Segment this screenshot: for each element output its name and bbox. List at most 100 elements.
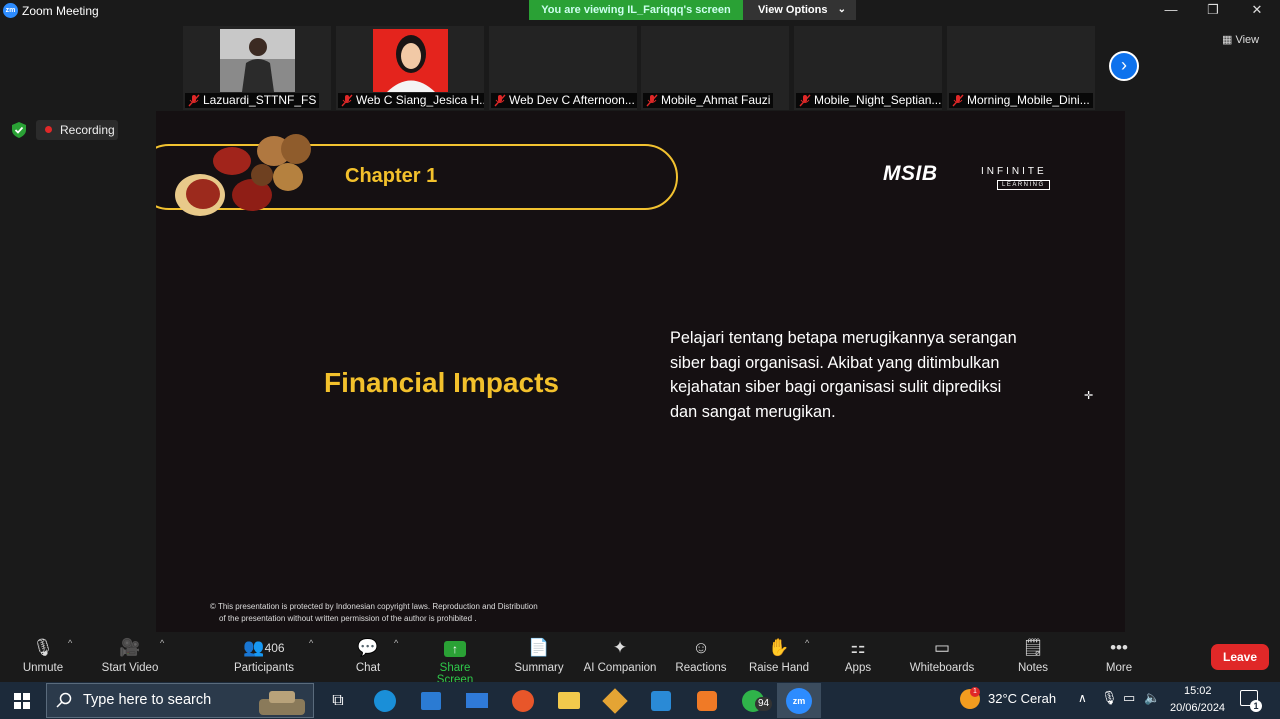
msib-logo: MSIB bbox=[883, 162, 938, 185]
view-button[interactable]: ▦ View bbox=[1222, 33, 1259, 46]
more-button[interactable]: ••• More bbox=[1100, 636, 1138, 680]
participant-name: Mobile_Ahmat Fauzi bbox=[661, 93, 771, 107]
gallery-view-icon: ▦ bbox=[1222, 34, 1236, 46]
share-screen-icon: ↑ bbox=[444, 641, 466, 657]
clock-date[interactable]: 20/06/2024 bbox=[1170, 702, 1225, 714]
video-options-caret[interactable]: ^ bbox=[160, 638, 164, 648]
zoom-app-icon[interactable]: zm bbox=[777, 683, 821, 718]
xampp-icon[interactable] bbox=[685, 683, 729, 718]
summary-button[interactable]: 📄 Summary bbox=[510, 636, 568, 680]
gallery-next-button[interactable]: › bbox=[1109, 51, 1139, 81]
participant-count: 406 bbox=[264, 641, 285, 655]
mic-muted-icon bbox=[799, 94, 811, 107]
task-view-icon[interactable]: ⧉ bbox=[316, 683, 360, 718]
view-options-button[interactable]: View Options ⌄ bbox=[743, 0, 856, 20]
participant-name-tag: Web Dev C Afternoon... bbox=[491, 93, 637, 108]
participant-photo bbox=[373, 29, 448, 92]
apps-button[interactable]: ⚏ Apps bbox=[838, 636, 878, 680]
whatsapp-icon[interactable]: 94 bbox=[731, 683, 775, 718]
notes-label: Notes bbox=[1017, 662, 1049, 674]
raise-hand-label: Raise Hand bbox=[748, 662, 810, 674]
leave-button[interactable]: Leave bbox=[1211, 644, 1269, 670]
vscode-icon[interactable] bbox=[639, 683, 683, 718]
participant-photo bbox=[220, 29, 295, 92]
notification-badge: 1 bbox=[1250, 700, 1262, 712]
volume-icon[interactable]: 🔈 bbox=[1144, 690, 1160, 706]
ai-companion-button[interactable]: ✦ AI Companion bbox=[580, 636, 660, 680]
participant-name: Mobile_Night_Septian... bbox=[814, 93, 942, 107]
participant-tile[interactable]: Mobile_Night_Septian... bbox=[794, 26, 942, 110]
search-placeholder: Type here to search bbox=[83, 692, 212, 708]
participant-tile[interactable]: Web Dev C Afternoon... bbox=[489, 26, 637, 110]
view-label: View bbox=[1235, 34, 1260, 46]
infinite-logo: INFINITE bbox=[981, 166, 1047, 177]
shield-icon[interactable] bbox=[10, 121, 28, 139]
search-icon bbox=[56, 692, 72, 708]
copyright-line: of the presentation without written perm… bbox=[219, 614, 477, 623]
emoji-icon: ☺ bbox=[692, 638, 710, 657]
share-screen-button[interactable]: ↑ Share Screen bbox=[420, 636, 490, 686]
microphone-icon[interactable]: 🎙 bbox=[1101, 690, 1118, 706]
participant-tile[interactable]: Lazuardi_STTNF_FS bbox=[183, 26, 331, 110]
weather-condition: Cerah bbox=[1020, 691, 1057, 706]
participant-name-tag: Mobile_Ahmat Fauzi bbox=[643, 93, 774, 108]
reactions-label: Reactions bbox=[675, 662, 727, 674]
temperature: 32°C bbox=[988, 691, 1018, 706]
participant-name: Web C Siang_Jesica H... bbox=[356, 93, 484, 107]
close-button[interactable]: ✕ bbox=[1235, 0, 1279, 20]
chat-options-caret[interactable]: ^ bbox=[394, 638, 398, 648]
record-dot-icon bbox=[45, 126, 52, 133]
battery-icon[interactable]: ▭ bbox=[1123, 690, 1135, 706]
slide-body-text: Pelajari tentang betapa merugikannya ser… bbox=[670, 329, 1017, 421]
recording-indicator[interactable]: Recording bbox=[36, 120, 118, 140]
unmute-label: Unmute bbox=[22, 662, 64, 674]
raise-hand-button[interactable]: ✋ Raise Hand bbox=[747, 636, 811, 680]
chat-button[interactable]: 💬 Chat bbox=[347, 636, 389, 680]
participant-tile[interactable]: Morning_Mobile_Dini... bbox=[947, 26, 1095, 110]
clock-time[interactable]: 15:02 bbox=[1184, 685, 1212, 697]
nutmeg-illustration bbox=[175, 134, 311, 216]
file-explorer-icon[interactable] bbox=[547, 683, 591, 718]
minimize-button[interactable]: — bbox=[1149, 0, 1193, 20]
chevron-up-icon[interactable]: ∧ bbox=[1078, 691, 1087, 705]
restore-button[interactable]: ❐ bbox=[1191, 0, 1235, 20]
notes-icon: 🗒 bbox=[1022, 638, 1044, 657]
chapter-title: Chapter 1 bbox=[345, 165, 438, 187]
windows-start-icon[interactable] bbox=[0, 682, 44, 719]
hand-icon: ✋ bbox=[768, 638, 790, 657]
whiteboards-label: Whiteboards bbox=[909, 662, 975, 674]
whatsapp-badge: 94 bbox=[755, 697, 773, 711]
apps-label: Apps bbox=[844, 662, 872, 674]
recording-label: Recording bbox=[60, 123, 115, 137]
microsoft-store-icon[interactable] bbox=[409, 683, 453, 718]
participant-name: Lazuardi_STTNF_FS bbox=[203, 93, 317, 107]
copyright-notice: © This presentation is protected by Indo… bbox=[210, 601, 580, 625]
chat-label: Chat bbox=[355, 662, 381, 674]
reactions-options-caret[interactable]: ^ bbox=[805, 638, 809, 648]
whiteboards-button[interactable]: ▭ Whiteboards bbox=[906, 636, 978, 680]
viewing-screen-banner: You are viewing IL_Fariqqq's screen bbox=[529, 0, 743, 20]
summary-icon: 📄 bbox=[528, 638, 550, 657]
unmute-button[interactable]: 🎙 Unmute bbox=[14, 636, 72, 680]
edge-browser-icon[interactable] bbox=[363, 683, 407, 718]
chevron-right-icon: › bbox=[1121, 55, 1127, 75]
sourcetree-icon[interactable] bbox=[593, 683, 637, 718]
mic-muted-icon: 🎙 bbox=[32, 638, 54, 657]
participants-button[interactable]: 👥406 Participants bbox=[232, 636, 296, 680]
notes-button[interactable]: 🗒 Notes bbox=[1013, 636, 1053, 680]
weather-widget[interactable]: 32°C Cerah bbox=[988, 691, 1056, 706]
reactions-button[interactable]: ☺ Reactions bbox=[672, 636, 730, 680]
summary-label: Summary bbox=[514, 662, 564, 674]
start-video-button[interactable]: 🎥 Start Video bbox=[98, 636, 162, 680]
participants-label: Participants bbox=[233, 662, 295, 674]
firefox-icon[interactable] bbox=[501, 683, 545, 718]
participant-tile[interactable]: Web C Siang_Jesica H... bbox=[336, 26, 484, 110]
view-options-label: View Options bbox=[758, 4, 828, 16]
chevron-down-icon: ⌄ bbox=[837, 4, 846, 15]
participant-tile[interactable]: Mobile_Ahmat Fauzi bbox=[641, 26, 789, 110]
participants-options-caret[interactable]: ^ bbox=[309, 638, 313, 648]
mail-icon[interactable] bbox=[455, 683, 499, 718]
learning-logo: LEARNING bbox=[997, 180, 1050, 190]
audio-options-caret[interactable]: ^ bbox=[68, 638, 72, 648]
weather-badge: 1 bbox=[970, 687, 980, 697]
